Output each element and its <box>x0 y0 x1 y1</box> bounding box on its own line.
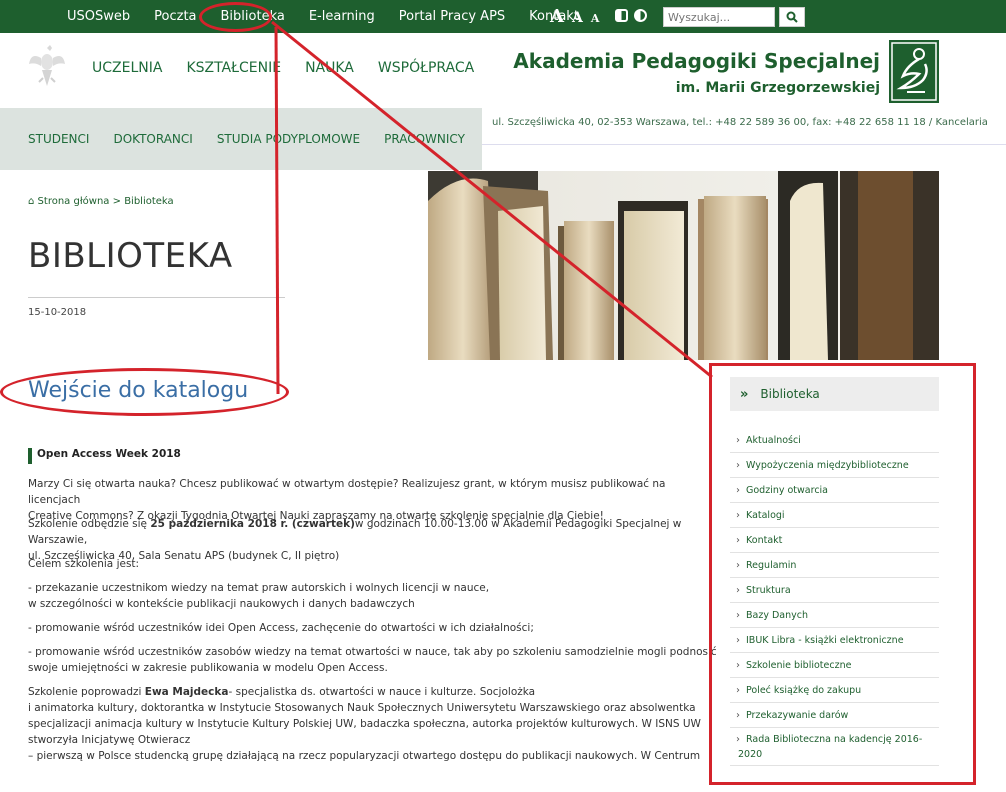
top-nav-portal-pracy[interactable]: Portal Pracy APS <box>399 9 505 24</box>
home-icon: ⌂ <box>28 196 35 207</box>
text-line: Marzy Ci się otwarta nauka? Chcesz publi… <box>28 478 666 506</box>
top-nav-usosweb[interactable]: USOSweb <box>67 9 130 24</box>
divider <box>482 144 1006 145</box>
eagle-emblem-icon <box>29 45 65 86</box>
text-run: Szkolenie odbędzie się <box>28 518 151 530</box>
top-nav-poczta[interactable]: Poczta <box>154 9 196 24</box>
trainer-name: Ewa Majdecka <box>144 686 229 698</box>
breadcrumb: ⌂ Strona główna > Biblioteka <box>28 196 174 207</box>
hero-books-image <box>428 171 939 360</box>
training-date: 25 października 2018 r. (czwartek) <box>150 518 355 530</box>
search-icon <box>786 11 798 23</box>
article-paragraph: - promowanie wśród uczestników idei Open… <box>28 622 534 634</box>
text-line: i animatorka kultury, doktorantka w Inst… <box>28 702 696 714</box>
text-line: w szczególności w kontekście publikacji … <box>28 598 415 610</box>
font-size-controls: A A A <box>550 6 599 27</box>
section-heading: Open Access Week 2018 <box>28 448 181 464</box>
top-bar: USOSweb Poczta Biblioteka E-learning Por… <box>0 0 1006 33</box>
font-size-medium-button[interactable]: A <box>572 10 583 26</box>
aps-logo-icon <box>891 42 937 101</box>
article-paragraph: - promowanie wśród uczestników zasobów w… <box>28 644 718 676</box>
text-line: stworzyła Inicjatywę Otwieracz <box>28 734 191 746</box>
top-nav: USOSweb Poczta Biblioteka E-learning Por… <box>55 0 591 33</box>
page-title: BIBLIOTEKA <box>28 236 233 276</box>
divider <box>28 297 285 298</box>
article-paragraph: - przekazanie uczestnikom wiedzy na tema… <box>28 580 718 612</box>
breadcrumb-current[interactable]: Biblioteka <box>124 196 173 207</box>
text-line: swoje umiejętności w zakresie publikowan… <box>28 662 388 674</box>
secondary-nav-doktoranci[interactable]: DOKTORANCI <box>113 132 192 146</box>
search-input[interactable] <box>663 7 775 27</box>
main-nav-nauka[interactable]: NAUKA <box>305 60 354 76</box>
breadcrumb-home[interactable]: ⌂ Strona główna <box>28 196 109 207</box>
main-nav-uczelnia[interactable]: UCZELNIA <box>92 60 162 76</box>
text-run: Szkolenie poprowadzi <box>28 686 145 698</box>
top-nav-elearning[interactable]: E-learning <box>309 9 375 24</box>
main-nav-ksztalcenie[interactable]: KSZTAŁCENIE <box>186 60 281 76</box>
text-line: – pierwszą w Polsce studencką grupę dzia… <box>28 750 701 762</box>
contrast-icon[interactable] <box>634 9 647 22</box>
secondary-nav-studenci[interactable]: STUDENCI <box>28 132 89 146</box>
high-contrast-icon[interactable] <box>615 9 628 22</box>
contact-address: ul. Szczęśliwicka 40, 02-353 Warszawa, t… <box>492 117 988 128</box>
university-patron[interactable]: im. Marii Grzegorzewskiej <box>676 80 880 96</box>
contrast-controls <box>615 9 647 22</box>
main-nav: UCZELNIA KSZTAŁCENIE NAUKA WSPÓŁPRACA <box>80 60 486 76</box>
main-nav-wspolpraca[interactable]: WSPÓŁPRACA <box>378 60 474 76</box>
text-line: - promowanie wśród uczestników zasobów w… <box>28 646 717 658</box>
text-line: - przekazanie uczestnikom wiedzy na tema… <box>28 582 490 594</box>
text-line: specjalizacji animacja kultury w Instytu… <box>28 718 701 730</box>
publish-date: 15-10-2018 <box>28 307 87 318</box>
breadcrumb-separator: > <box>112 196 121 207</box>
secondary-nav: STUDENCI DOKTORANCI STUDIA PODYPLOMOWE P… <box>0 108 482 170</box>
highlight-ellipse <box>0 368 289 416</box>
font-size-small-button[interactable]: A <box>591 12 600 25</box>
secondary-nav-pracownicy[interactable]: PRACOWNICY <box>384 132 465 146</box>
text-run: - specjalistka ds. otwartości w nauce i … <box>228 686 536 698</box>
university-name[interactable]: Akademia Pedagogiki Specjalnej <box>513 49 880 73</box>
search-button[interactable] <box>779 7 805 27</box>
breadcrumb-home-label: Strona główna <box>37 196 110 207</box>
secondary-nav-studia-podyplomowe[interactable]: STUDIA PODYPLOMOWE <box>217 132 360 146</box>
highlight-box <box>709 363 976 785</box>
article-paragraph: Szkolenie poprowadzi Ewa Majdecka- specj… <box>28 684 718 764</box>
university-logo[interactable] <box>889 40 939 103</box>
font-size-large-button[interactable]: A <box>550 6 564 27</box>
article-paragraph: Celem szkolenia jest: <box>28 558 140 570</box>
highlight-ellipse <box>199 2 272 32</box>
